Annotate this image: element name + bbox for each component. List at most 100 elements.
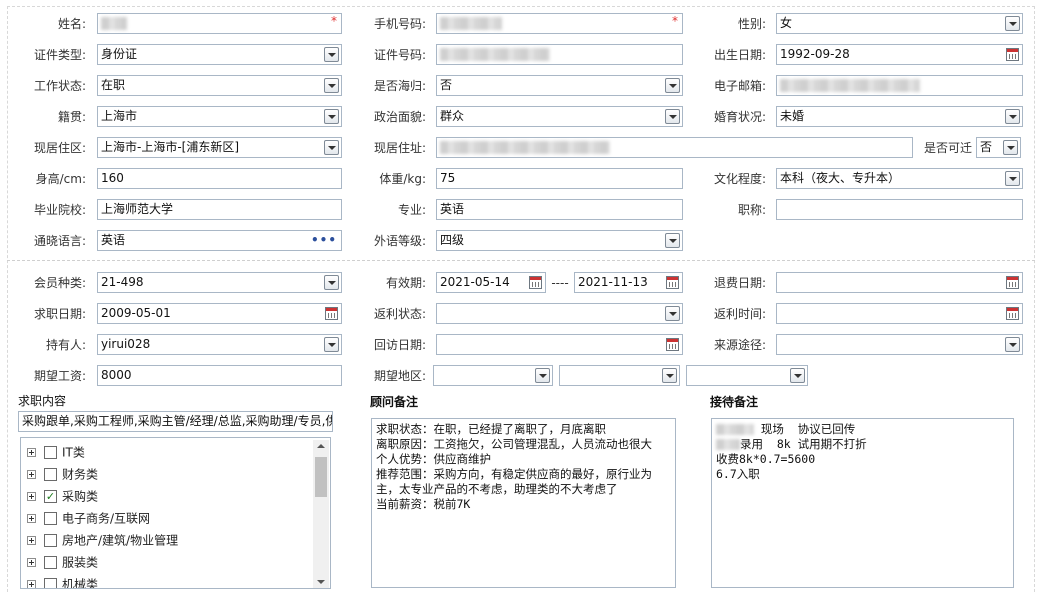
checkbox-checked-icon[interactable]: ✓ bbox=[44, 490, 57, 503]
chevron-down-icon[interactable] bbox=[1005, 109, 1020, 124]
chevron-down-icon[interactable] bbox=[1005, 337, 1020, 352]
checkbox-icon[interactable] bbox=[44, 446, 57, 459]
tree-item[interactable]: 电子商务/互联网 bbox=[27, 509, 150, 527]
calendar-icon[interactable] bbox=[666, 338, 679, 351]
checkbox-icon[interactable] bbox=[44, 534, 57, 547]
address-input[interactable] bbox=[436, 137, 913, 158]
tree-item[interactable]: 财务类 bbox=[27, 465, 98, 483]
district-select[interactable]: 上海市-上海市-[浦东新区] bbox=[97, 137, 342, 158]
school-input[interactable]: 上海师范大学 bbox=[97, 199, 342, 220]
chevron-down-icon[interactable] bbox=[665, 233, 680, 248]
area-province-select[interactable] bbox=[433, 365, 553, 386]
tree-item[interactable]: 服装类 bbox=[27, 553, 98, 571]
validity-start-input[interactable]: 2021-05-14 bbox=[436, 272, 546, 293]
scrollbar-thumb[interactable] bbox=[315, 457, 327, 497]
expand-plus-icon[interactable] bbox=[27, 580, 36, 588]
calendar-icon[interactable] bbox=[529, 276, 542, 289]
chevron-down-icon[interactable] bbox=[790, 368, 805, 383]
native-select[interactable]: 上海市 bbox=[97, 106, 342, 127]
tree-item[interactable]: 房地产/建筑/物业管理 bbox=[27, 531, 178, 549]
returnee-select[interactable]: 否 bbox=[436, 75, 683, 96]
expand-plus-icon[interactable] bbox=[27, 470, 36, 479]
refund-label: 退费日期: bbox=[713, 276, 766, 290]
required-asterisk-icon: * bbox=[331, 14, 337, 28]
chevron-down-icon[interactable] bbox=[535, 368, 550, 383]
chevron-down-icon[interactable] bbox=[324, 275, 339, 290]
idtype-select[interactable]: 身份证 bbox=[97, 44, 342, 65]
calendar-icon[interactable] bbox=[1006, 276, 1019, 289]
redacted-name bbox=[716, 424, 754, 435]
area-district-select[interactable] bbox=[686, 365, 808, 386]
relocate-select[interactable]: 否 bbox=[976, 137, 1021, 158]
calendar-icon[interactable] bbox=[1006, 48, 1019, 61]
level-select[interactable]: 四级 bbox=[436, 230, 683, 251]
area-city-select[interactable] bbox=[559, 365, 680, 386]
chevron-down-icon[interactable] bbox=[324, 337, 339, 352]
expand-plus-icon[interactable] bbox=[27, 492, 36, 501]
chevron-down-icon[interactable] bbox=[665, 78, 680, 93]
name-input[interactable]: * bbox=[97, 13, 342, 34]
title-input[interactable] bbox=[776, 199, 1023, 220]
tree-scrollbar[interactable] bbox=[313, 440, 329, 588]
tree-item[interactable]: ✓ 采购类 bbox=[27, 487, 98, 505]
job-summary-input[interactable]: 采购跟单,采购工程师,采购主管/经理/总监,采购助理/专员,供 bbox=[18, 411, 333, 432]
gender-select[interactable]: 女 bbox=[776, 13, 1023, 34]
checkbox-icon[interactable] bbox=[44, 556, 57, 569]
revisit-date-input[interactable] bbox=[436, 334, 683, 355]
chevron-down-icon[interactable] bbox=[665, 306, 680, 321]
chevron-down-icon[interactable] bbox=[1005, 171, 1020, 186]
rebate-time-input[interactable] bbox=[776, 303, 1023, 324]
marital-select[interactable]: 未婚 bbox=[776, 106, 1023, 127]
chevron-down-icon[interactable] bbox=[662, 368, 677, 383]
chevron-down-icon[interactable] bbox=[324, 140, 339, 155]
checkbox-icon[interactable] bbox=[44, 468, 57, 481]
refund-date-input[interactable] bbox=[776, 272, 1023, 293]
chevron-down-icon[interactable] bbox=[324, 78, 339, 93]
membertype-label: 会员种类: bbox=[33, 276, 86, 290]
calendar-icon[interactable] bbox=[1006, 307, 1019, 320]
weight-input[interactable]: 75 bbox=[436, 168, 683, 189]
salary-value: 8000 bbox=[101, 368, 132, 382]
tree-item[interactable]: 机械类 bbox=[27, 575, 98, 588]
chevron-down-icon[interactable] bbox=[324, 109, 339, 124]
redacted-email bbox=[780, 79, 920, 92]
height-input[interactable]: 160 bbox=[97, 168, 342, 189]
mobile-input[interactable]: * bbox=[436, 13, 683, 34]
holder-select[interactable]: yirui028 bbox=[97, 334, 342, 355]
expand-plus-icon[interactable] bbox=[27, 448, 36, 457]
tree-item[interactable]: IT类 bbox=[27, 443, 85, 461]
workstatus-select[interactable]: 在职 bbox=[97, 75, 342, 96]
language-input[interactable]: 英语 ••• bbox=[97, 230, 342, 251]
chevron-down-icon[interactable] bbox=[1005, 16, 1020, 31]
expand-plus-icon[interactable] bbox=[27, 514, 36, 523]
checkbox-icon[interactable] bbox=[44, 512, 57, 525]
rebate-status-select[interactable] bbox=[436, 303, 683, 324]
expand-plus-icon[interactable] bbox=[27, 536, 36, 545]
validity-end-input[interactable]: 2021-11-13 bbox=[574, 272, 683, 293]
expand-plus-icon[interactable] bbox=[27, 558, 36, 567]
education-select[interactable]: 本科（夜大、专升本） bbox=[776, 168, 1023, 189]
required-asterisk-icon: * bbox=[672, 14, 678, 28]
reception-notes-textarea[interactable]: 现场 协议已回传 录用 8k 试用期不打折 收费8k*0.7=5600 6.7入职 bbox=[711, 418, 1014, 588]
birth-value: 1992-09-28 bbox=[780, 47, 850, 61]
source-select[interactable] bbox=[776, 334, 1023, 355]
more-dots-icon[interactable]: ••• bbox=[311, 231, 337, 250]
major-input[interactable]: 英语 bbox=[436, 199, 683, 220]
checkbox-icon[interactable] bbox=[44, 578, 57, 588]
political-select[interactable]: 群众 bbox=[436, 106, 683, 127]
chevron-down-icon[interactable] bbox=[665, 109, 680, 124]
jobdate-input[interactable]: 2009-05-01 bbox=[97, 303, 342, 324]
membertype-select[interactable]: 21-498 bbox=[97, 272, 342, 293]
scroll-up-icon[interactable] bbox=[317, 444, 325, 448]
email-input[interactable] bbox=[776, 75, 1023, 96]
validity-label: 有效期: bbox=[385, 276, 426, 290]
scroll-down-icon[interactable] bbox=[317, 580, 325, 584]
calendar-icon[interactable] bbox=[325, 307, 338, 320]
calendar-icon[interactable] bbox=[666, 276, 679, 289]
consultant-notes-textarea[interactable]: 求职状态：在职，已经提了离职了，月底离职 离职原因：工资拖欠，公司管理混乱，人员… bbox=[371, 418, 676, 588]
birth-date-input[interactable]: 1992-09-28 bbox=[776, 44, 1023, 65]
salary-input[interactable]: 8000 bbox=[97, 365, 342, 386]
chevron-down-icon[interactable] bbox=[324, 47, 339, 62]
idno-input[interactable] bbox=[436, 44, 683, 65]
chevron-down-icon[interactable] bbox=[1003, 140, 1018, 155]
